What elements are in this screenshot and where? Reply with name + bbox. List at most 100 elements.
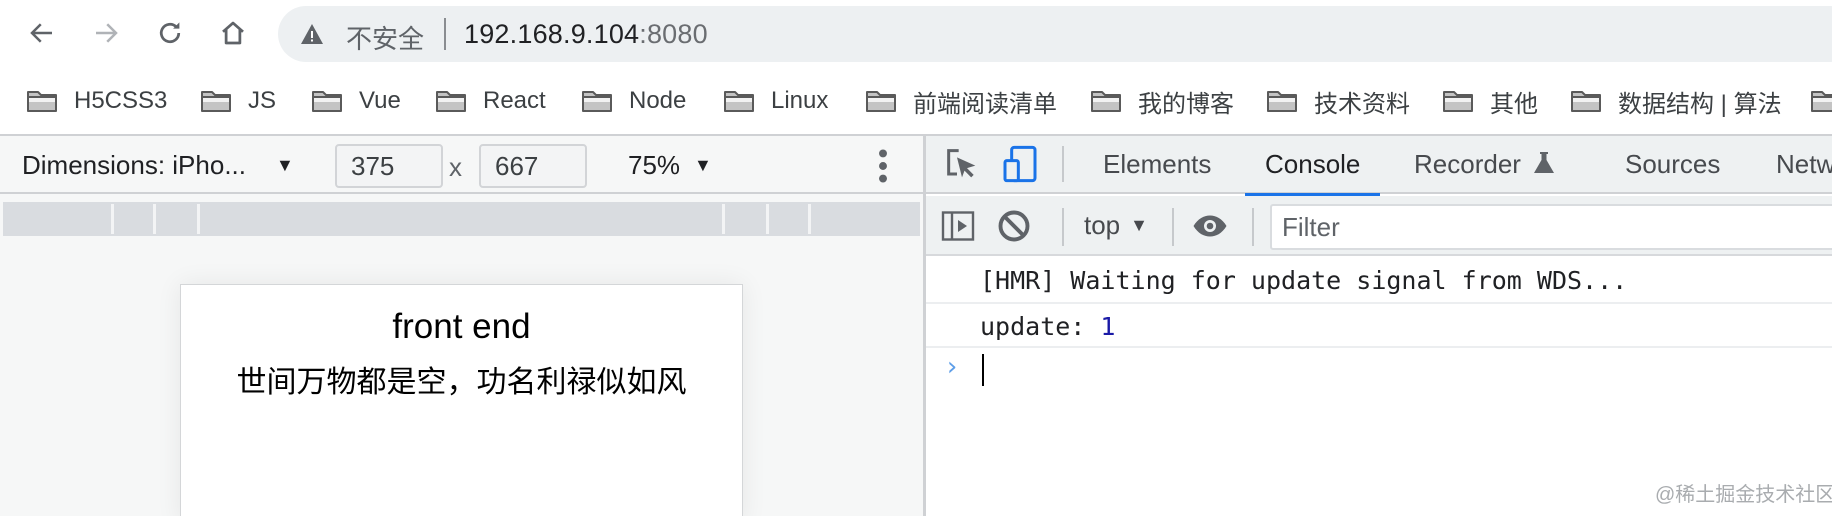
zoom-dropdown-icon[interactable]: ▼ bbox=[694, 155, 712, 176]
address-bar[interactable]: 不安全 192.168.9.104:8080 bbox=[278, 6, 1832, 62]
bookmark-folder[interactable]: H5CSS3 bbox=[26, 83, 167, 119]
bookmark-label: 前端阅读清单 bbox=[913, 90, 1057, 118]
tab-label: Recorder bbox=[1414, 149, 1521, 179]
sidebar-toggle-icon[interactable] bbox=[940, 208, 976, 244]
page-title: front end bbox=[392, 307, 531, 346]
toolbar-divider bbox=[1062, 208, 1064, 246]
console-number-value: 1 bbox=[1100, 312, 1116, 341]
zoom-select[interactable]: 75% bbox=[628, 150, 680, 181]
url-host: 192.168.9.104 bbox=[464, 19, 640, 49]
media-query-marker[interactable] bbox=[766, 204, 769, 234]
prompt-chevron-icon: › bbox=[944, 352, 960, 382]
back-icon bbox=[30, 23, 52, 43]
folder-icon bbox=[27, 91, 57, 112]
folder-icon bbox=[312, 91, 342, 112]
tab-console[interactable]: Console bbox=[1244, 136, 1381, 196]
folder-icon bbox=[1267, 91, 1297, 112]
bookmark-label: 技术资料 bbox=[1314, 90, 1410, 118]
bookmark-folder[interactable]: 我的博客 bbox=[1090, 83, 1234, 119]
bookmark-folder[interactable]: Linux bbox=[723, 83, 828, 119]
clear-console-icon[interactable] bbox=[996, 208, 1032, 244]
console-message-label: update: bbox=[980, 312, 1101, 341]
flask-icon bbox=[1533, 152, 1554, 173]
filter-input[interactable]: Filter bbox=[1270, 204, 1832, 250]
reload-button[interactable] bbox=[151, 14, 189, 52]
console-message-text: update: 1 bbox=[980, 312, 1115, 341]
tab-recorder[interactable]: Recorder bbox=[1414, 136, 1555, 194]
media-query-marker[interactable] bbox=[153, 204, 156, 234]
folder-icon bbox=[866, 91, 896, 112]
media-query-marker[interactable] bbox=[111, 204, 114, 234]
bookmark-folder[interactable]: Node bbox=[581, 83, 686, 119]
tab-label: Console bbox=[1265, 149, 1361, 179]
forward-icon bbox=[96, 23, 118, 43]
bookmark-label: JS bbox=[248, 87, 277, 114]
bookmark-label: H5CSS3 bbox=[74, 87, 168, 114]
bookmark-folder[interactable]: React bbox=[435, 83, 546, 119]
text-caret bbox=[982, 354, 984, 386]
dimensions-dropdown-icon[interactable]: ▼ bbox=[276, 155, 294, 176]
address-separator bbox=[444, 18, 446, 50]
folder-icon bbox=[1091, 91, 1121, 112]
context-select[interactable]: top ▼ bbox=[1084, 210, 1148, 241]
reload-icon bbox=[159, 22, 181, 44]
context-dropdown-icon: ▼ bbox=[1130, 215, 1148, 235]
browser-toolbar: 不安全 192.168.9.104:8080 bbox=[0, 0, 1832, 68]
bookmark-label: React bbox=[483, 87, 546, 114]
bookmark-folder[interactable]: JS bbox=[200, 83, 276, 119]
bookmark-label: 数据结构 | 算法 bbox=[1618, 90, 1782, 118]
back-button[interactable] bbox=[23, 14, 61, 52]
folder-icon bbox=[436, 91, 466, 112]
devtools-main: Elements Console Recorder Sources Netw top ▼ … bbox=[926, 136, 1832, 516]
forward-button[interactable] bbox=[87, 14, 125, 52]
tab-netw[interactable]: Netw bbox=[1776, 136, 1832, 194]
bookmarks-bar: H5CSS3 JS Vue React Node Linux 前端阅读清单 我的博客 技术资料 其… bbox=[0, 68, 1832, 134]
devtools-tabbar: Elements Console Recorder Sources Netw bbox=[926, 136, 1832, 196]
media-query-bar[interactable] bbox=[3, 202, 920, 236]
toolbar-divider bbox=[1172, 208, 1174, 246]
security-status[interactable]: 不安全 bbox=[346, 19, 424, 56]
devtools-panel: Dimensions: iPho... ▼ 375 x 667 75% ▼ fr… bbox=[0, 134, 1832, 516]
media-query-marker[interactable] bbox=[808, 204, 811, 234]
bookmark-folder[interactable]: 技术资料 bbox=[1266, 83, 1410, 119]
folder-icon bbox=[582, 91, 612, 112]
tab-sources[interactable]: Sources bbox=[1625, 136, 1720, 194]
live-expression-eye-icon[interactable] bbox=[1192, 208, 1228, 244]
tab-label: Sources bbox=[1625, 149, 1721, 179]
url-port: :8080 bbox=[639, 19, 708, 49]
console-message: update: 1 bbox=[926, 304, 1832, 348]
dimensions-select[interactable]: Dimensions: iPho... bbox=[22, 150, 246, 181]
media-query-marker[interactable] bbox=[197, 204, 200, 234]
console-message-text: [HMR] Waiting for update signal from WDS… bbox=[980, 266, 1628, 295]
bookmark-folder[interactable]: 其他 bbox=[1442, 83, 1538, 119]
device-viewport: front end 世间万物都是空，功名利禄似如风 bbox=[180, 284, 743, 516]
media-query-marker[interactable] bbox=[722, 204, 725, 234]
height-input[interactable]: 667 bbox=[479, 144, 587, 188]
page-subtitle: 世间万物都是空，功名利禄似如风 bbox=[236, 366, 687, 399]
bookmark-folder[interactable]: Vue bbox=[311, 83, 401, 119]
home-button[interactable] bbox=[214, 14, 252, 52]
url-text[interactable]: 192.168.9.104:8080 bbox=[464, 19, 708, 50]
bookmark-folder[interactable] bbox=[1810, 83, 1832, 119]
bookmark-label: 我的博客 bbox=[1138, 90, 1234, 118]
console-message: [HMR] Waiting for update signal from WDS… bbox=[926, 258, 1832, 304]
more-options-icon[interactable] bbox=[874, 148, 892, 184]
context-value: top bbox=[1084, 210, 1121, 240]
console-prompt[interactable]: › bbox=[926, 350, 1832, 390]
device-emulation-pane: Dimensions: iPho... ▼ 375 x 667 75% ▼ fr… bbox=[0, 136, 923, 516]
folder-icon bbox=[201, 91, 231, 112]
tab-elements[interactable]: Elements bbox=[1103, 136, 1211, 194]
toolbar-divider bbox=[1062, 146, 1064, 182]
device-toolbar-icon[interactable] bbox=[1000, 144, 1040, 184]
width-input[interactable]: 375 bbox=[335, 144, 443, 188]
inspect-element-icon[interactable] bbox=[942, 144, 982, 184]
bookmark-folder[interactable]: 数据结构 | 算法 bbox=[1570, 83, 1782, 119]
tab-label: Elements bbox=[1103, 149, 1212, 179]
folder-icon bbox=[1443, 91, 1473, 112]
bookmark-label: Node bbox=[629, 87, 687, 114]
device-toolbar: Dimensions: iPho... ▼ 375 x 667 75% ▼ bbox=[0, 136, 923, 194]
folder-icon bbox=[1811, 91, 1832, 112]
bookmark-folder[interactable]: 前端阅读清单 bbox=[865, 83, 1057, 119]
folder-icon bbox=[724, 91, 754, 112]
warning-icon bbox=[301, 24, 323, 44]
